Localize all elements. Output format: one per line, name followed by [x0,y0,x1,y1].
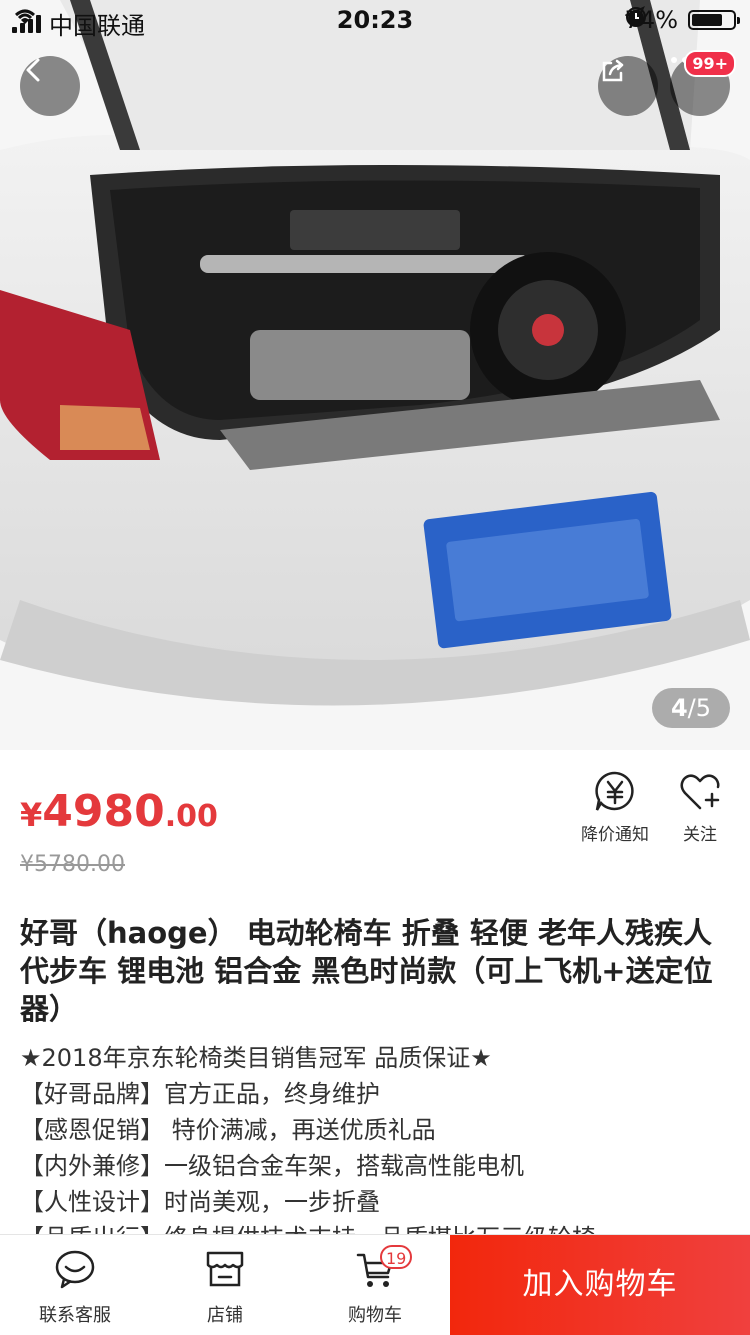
original-price: ¥5780.00 [20,852,125,877]
product-description: ★2018年京东轮椅类目销售冠军 品质保证★ 【好哥品牌】官方正品，终身维护 【… [20,1040,732,1256]
price-decimal: .00 [164,799,218,834]
product-image-gallery[interactable]: 中国联通 20:23 74% 99+ 4/5 [0,0,750,750]
customer-service-label: 联系客服 [39,1305,111,1326]
status-right: 74% [624,6,740,34]
store-button[interactable]: 店铺 [150,1235,300,1335]
more-button[interactable]: 99+ [670,50,736,116]
follow-label: 关注 [683,825,717,845]
price-section: ¥4980.00 ¥5780.00 降价通知 关注 [0,750,750,890]
follow-button[interactable]: 关注 [655,770,745,845]
desc-line: 【内外兼修】一级铝合金车架，搭载高性能电机 [20,1152,524,1180]
cart-label: 购物车 [348,1305,402,1326]
status-bar: 中国联通 20:23 74% [0,0,750,40]
pager-separator: / [687,694,696,722]
price-integer: 4980 [42,786,165,837]
pager-total: 5 [695,694,712,722]
store-icon [206,1251,244,1287]
cart-button[interactable]: 19 购物车 [300,1235,450,1335]
battery-level [692,14,722,26]
battery-icon [688,10,740,30]
customer-service-button[interactable]: 联系客服 [0,1235,150,1335]
add-to-cart-button[interactable]: 加入购物车 [450,1235,750,1335]
cart-count-badge: 19 [380,1245,413,1269]
desc-line: 【人性设计】时尚美观，一步折叠 [20,1188,380,1216]
desc-line: 【感恩促销】 特价满减，再送优质礼品 [20,1116,436,1144]
message-badge: 99+ [684,50,736,77]
bottom-action-bar: 联系客服 店铺 19 购物车 加入购物车 [0,1234,750,1335]
current-price: ¥4980.00 [20,786,218,837]
alarm-icon [627,10,644,26]
desc-line: 【好哥品牌】官方正品，终身维护 [20,1080,380,1108]
desc-line: ★2018年京东轮椅类目销售冠军 品质保证★ [20,1044,492,1072]
back-button[interactable] [20,56,80,116]
product-title: 好哥（haoge） 电动轮椅车 折叠 轻便 老年人残疾人代步车 锂电池 铝合金 … [20,916,713,1026]
price-currency: ¥ [20,796,43,834]
price-alert-label: 降价通知 [581,825,649,845]
yen-bell-icon [595,771,634,811]
price-alert-button[interactable]: 降价通知 [570,770,660,845]
chat-icon [55,1250,95,1289]
store-label: 店铺 [207,1305,243,1326]
gallery-pager: 4/5 [652,688,730,728]
chevron-left-icon [26,58,40,82]
pager-current: 4 [670,694,688,722]
heart-plus-icon [680,774,720,810]
share-button[interactable] [598,56,658,116]
share-icon [602,59,624,82]
